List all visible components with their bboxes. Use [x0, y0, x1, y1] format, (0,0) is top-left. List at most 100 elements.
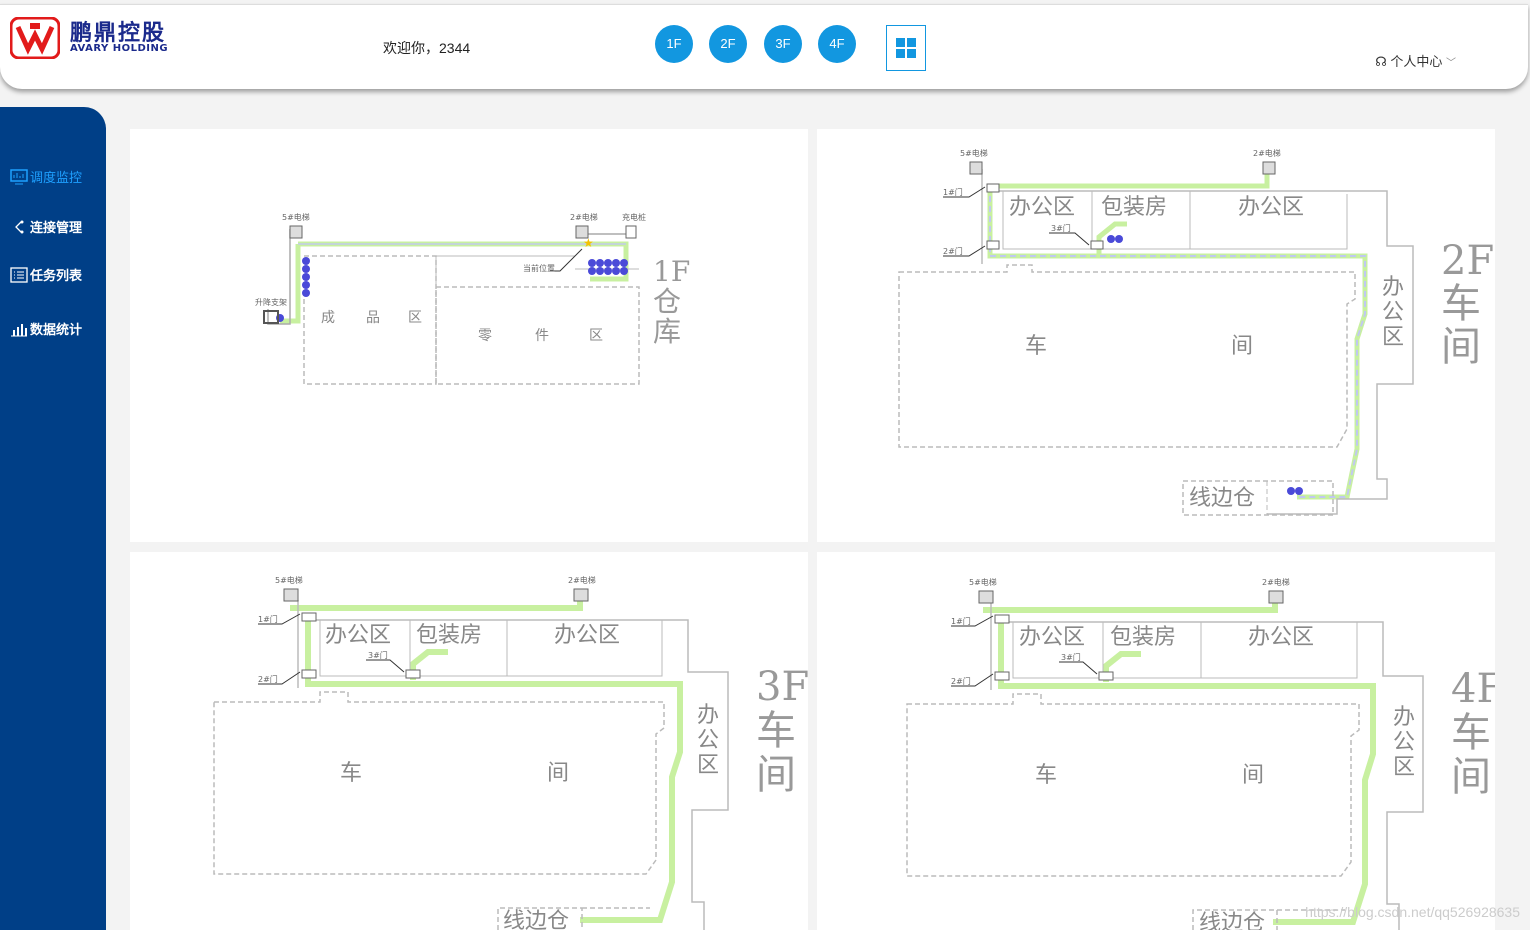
room-label: 间: [547, 761, 569, 786]
label-elevator5: 5#电梯: [275, 575, 303, 585]
brand-name-en: AVARY HOLDING: [70, 43, 169, 54]
label-door2: 2#门: [258, 674, 278, 684]
sidebar-item-connection[interactable]: 连接管理: [10, 217, 82, 236]
zone-label: 区: [589, 328, 603, 344]
room-label: 办公区: [554, 623, 620, 648]
map-panel-3f[interactable]: 5#电梯 2#电梯 1#门 2#门 3#门 办公区 包装房 办公区 办 公 区 …: [130, 552, 808, 930]
room-label: 办: [697, 703, 719, 728]
floor-title: 间: [1451, 754, 1491, 800]
label-door2: 2#门: [943, 246, 963, 256]
floor-map-4f: 5#电梯 2#电梯 1#门 2#门 3#门 办公区 包装房 办公区 办 公 区 …: [906, 577, 1495, 930]
headset-icon: ☊: [1375, 54, 1387, 69]
door-icon: [986, 240, 1000, 250]
elevator-icon: [969, 161, 983, 175]
welcome-text: 欢迎你，2344: [383, 40, 471, 56]
floor-title: 车: [1441, 281, 1481, 327]
label-elevator5: 5#电梯: [282, 212, 310, 222]
link-icon: [15, 220, 24, 233]
floor-map-3f: 5#电梯 2#电梯 1#门 2#门 3#门 办公区 包装房 办公区 办 公 区 …: [213, 575, 808, 930]
door-icon: [994, 614, 1010, 624]
room-label: 公: [697, 728, 719, 753]
charger-icon: [625, 225, 637, 239]
zone-label: 零: [478, 328, 492, 344]
map-panel-1f[interactable]: ★ 5#电梯 2#电梯 充电桩 升降支架 当前位置 成 品 区 零 件 区 1F…: [130, 129, 808, 542]
label-door1: 1#门: [258, 614, 278, 624]
label-lift: 升降支架: [255, 297, 287, 307]
room-label: 车: [1035, 763, 1057, 788]
floor-button-1f[interactable]: 1F: [655, 25, 693, 63]
floor-title: 1F: [653, 255, 690, 288]
floor-title: 4F: [1451, 666, 1495, 712]
sidebar-item-label: 连接管理: [30, 220, 83, 235]
room-label: 线边仓: [1199, 911, 1265, 930]
floor-title: 车: [1451, 710, 1491, 756]
chevron-down-icon: ﹀: [1446, 58, 1456, 69]
door-icon: [1090, 240, 1104, 250]
elevator-icon: [573, 588, 589, 602]
label-door3: 3#门: [1051, 223, 1071, 233]
room-label: 包装房: [416, 623, 482, 648]
label-elevator5: 5#电梯: [960, 148, 988, 158]
room-label: 区: [697, 753, 719, 778]
label-elevator2: 2#电梯: [570, 212, 598, 222]
floor-title: 2F: [1441, 238, 1494, 284]
zone-workshop: [213, 691, 665, 875]
floor-title: 仓: [653, 285, 681, 318]
grid-icon: [896, 38, 916, 58]
grid-view-button[interactable]: [886, 25, 926, 71]
agv-group: [1107, 235, 1303, 495]
room-label: 车: [340, 761, 362, 786]
sidebar-item-label: 调度监控: [30, 170, 83, 185]
label-elevator2: 2#电梯: [1253, 148, 1281, 158]
floor-map-1f: ★ 5#电梯 2#电梯 充电桩 升降支架 当前位置 成 品 区 零 件 区 1F…: [255, 212, 690, 385]
zone-label: 品: [366, 310, 380, 326]
floor-button-2f[interactable]: 2F: [709, 25, 747, 63]
current-position-star-icon: ★: [583, 236, 594, 250]
user-menu[interactable]: ☊ 个人中心 ﹀: [1375, 51, 1456, 70]
map-panel-2f[interactable]: 5#电梯 2#电梯 1#门 2#门 3#门 办公区 包装房 办公区 办 公 区 …: [817, 129, 1495, 542]
label-door2: 2#门: [951, 676, 971, 686]
floor-title: 库: [653, 315, 681, 348]
floor-button-4f[interactable]: 4F: [818, 25, 856, 63]
sidebar-item-label: 任务列表: [30, 268, 83, 283]
door-icon: [1098, 671, 1114, 681]
list-icon: [10, 266, 28, 283]
room-label: 包装房: [1110, 625, 1176, 650]
label-door1: 1#门: [943, 187, 963, 197]
room-label: 办公区: [1248, 625, 1314, 650]
zone-workshop: [906, 693, 1360, 877]
map-panel-4f[interactable]: 5#电梯 2#电梯 1#门 2#门 3#门 办公区 包装房 办公区 办 公 区 …: [817, 552, 1495, 930]
room-label: 办: [1382, 275, 1404, 300]
room-label: 间: [1242, 763, 1264, 788]
chart-icon: [11, 323, 27, 336]
label-charger: 充电桩: [622, 212, 646, 222]
sidebar-item-statistics[interactable]: 数据统计: [10, 319, 82, 338]
label-door3: 3#门: [1061, 652, 1081, 662]
agv-group-right: [588, 259, 628, 275]
room-label: 车: [1025, 334, 1047, 359]
label-door1: 1#门: [951, 616, 971, 626]
elevator-icon: [289, 225, 303, 239]
elevator-icon: [1268, 590, 1284, 604]
room-label: 办公区: [1238, 195, 1304, 220]
lift-icon: [263, 310, 279, 324]
room-label: 办公区: [1019, 625, 1085, 650]
room-label: 办: [1393, 705, 1415, 730]
zone-workshop: [898, 264, 1356, 448]
zone-label: 件: [535, 328, 549, 344]
watermark: https://blog.csdn.net/qq526928635: [1305, 904, 1520, 920]
label-current-position: 当前位置: [523, 263, 555, 273]
room-label: 区: [1382, 325, 1404, 350]
top-header: 鹏鼎控股 AVARY HOLDING 欢迎你，2344 1F 2F 3F 4F …: [0, 4, 1528, 89]
door-icon: [986, 183, 1000, 193]
sidebar-item-dispatch-monitor[interactable]: 调度监控: [10, 167, 82, 186]
floor-button-3f[interactable]: 3F: [764, 25, 802, 63]
floor-title: 间: [1441, 324, 1481, 370]
door-icon: [301, 612, 317, 622]
door-icon: [405, 669, 421, 679]
room-label: 线边仓: [1189, 486, 1255, 511]
room-label: 区: [1393, 755, 1415, 780]
sidebar-item-task-list[interactable]: 任务列表: [10, 265, 82, 284]
sidebar-item-label: 数据统计: [30, 322, 83, 337]
room-label: 公: [1382, 300, 1404, 325]
